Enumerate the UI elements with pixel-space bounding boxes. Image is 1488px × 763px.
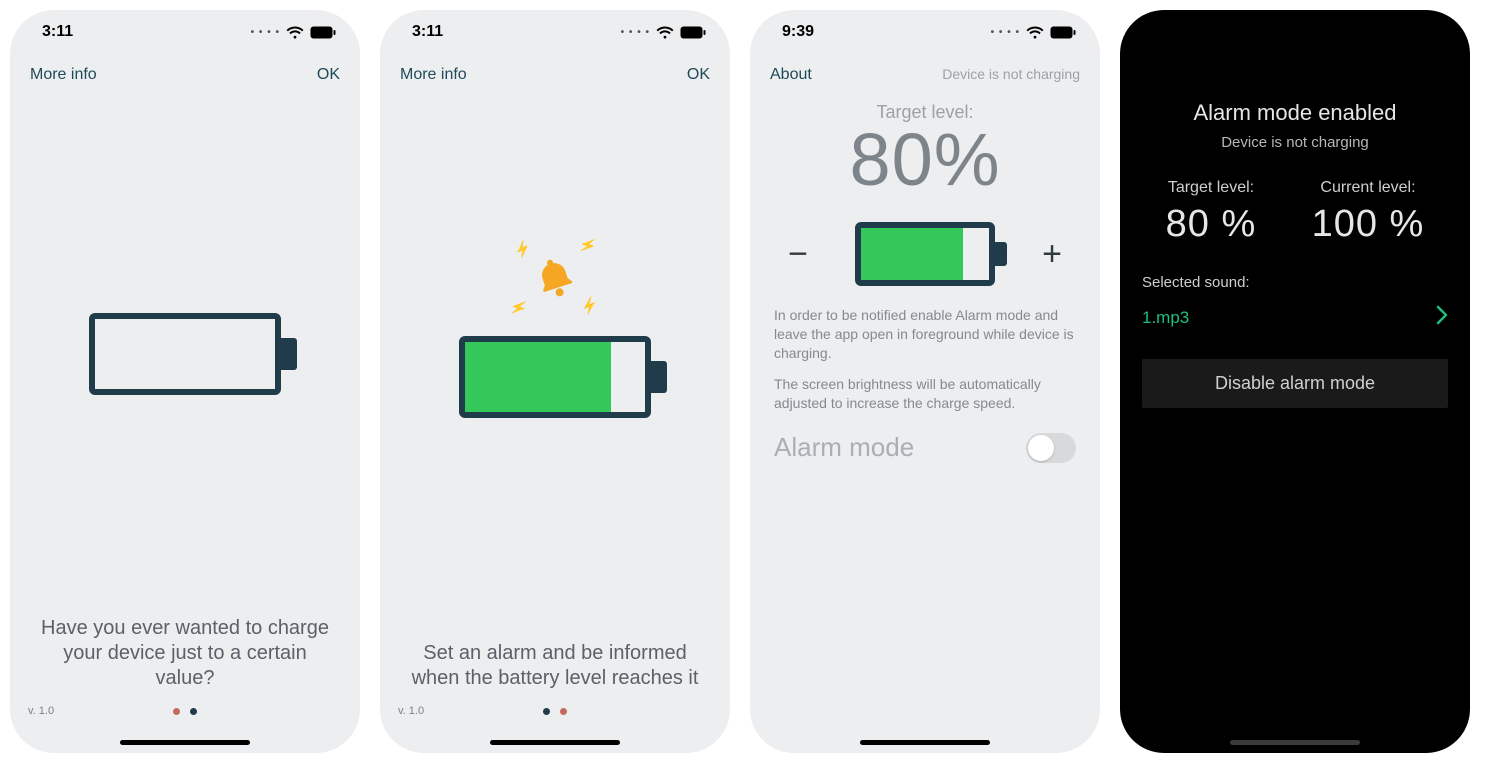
onboarding-caption: Set an alarm and be informed when the ba… (400, 641, 710, 691)
status-right: • • • • (621, 26, 706, 39)
alarm-mode-title: Alarm mode enabled (1120, 100, 1470, 126)
selected-sound-row[interactable]: 1.mp3 (1120, 297, 1470, 349)
current-level-value: 100 % (1312, 203, 1425, 246)
page-indicator (543, 708, 567, 715)
target-section: Target level: 80% (750, 92, 1100, 202)
current-level-label: Current level: (1312, 179, 1425, 197)
toggle-knob (1028, 435, 1054, 461)
disable-alarm-button[interactable]: Disable alarm mode (1142, 359, 1448, 408)
home-indicator (1230, 740, 1360, 745)
selected-sound-label: Selected sound: (1120, 246, 1470, 297)
main-settings-screen: 9:39 • • • • About Device is not chargin… (750, 10, 1100, 753)
battery-status-icon (680, 26, 706, 39)
more-info-link[interactable]: More info (30, 66, 97, 84)
page-dot (190, 708, 197, 715)
alarm-mode-toggle[interactable] (1026, 433, 1076, 463)
version-label: v. 1.0 (398, 705, 424, 717)
battery-charged-icon (459, 336, 651, 418)
charging-status: Device is not charging (942, 66, 1080, 84)
levels-row: Target level: 80 % Current level: 100 % (1120, 179, 1470, 246)
target-level-value: 80 % (1166, 203, 1257, 246)
about-link[interactable]: About (770, 66, 812, 84)
status-bar: 3:11 • • • • (380, 10, 730, 54)
bell-ringing-icon: ⚡ ⚡ ⚡ ⚡ (532, 255, 578, 306)
wifi-icon (1026, 26, 1044, 39)
chevron-right-icon (1436, 305, 1448, 331)
sound-name: 1.mp3 (1142, 308, 1189, 328)
battery-status-icon (310, 26, 336, 39)
info-paragraph-1: In order to be notified enable Alarm mod… (750, 296, 1100, 365)
signal-dots-icon: • • • • (251, 27, 280, 38)
nav-row: About Device is not charging (750, 54, 1100, 92)
home-indicator (860, 740, 990, 745)
target-level-label: Target level: (1166, 179, 1257, 197)
alarm-mode-screen: Alarm mode enabled Device is not chargin… (1120, 10, 1470, 753)
status-time: 3:11 (42, 23, 73, 41)
version-label: v. 1.0 (28, 705, 54, 717)
signal-dots-icon: • • • • (991, 27, 1020, 38)
target-level-value: 80% (750, 117, 1100, 202)
battery-status-icon (1050, 26, 1076, 39)
wifi-icon (286, 26, 304, 39)
footer-row: v. 1.0 (380, 701, 730, 753)
page-dot-active (560, 708, 567, 715)
center-area: ⚡ ⚡ ⚡ ⚡ Set an alarm and be informed whe… (380, 92, 730, 701)
footer-row: v. 1.0 (10, 701, 360, 753)
status-right: • • • • (251, 26, 336, 39)
wifi-icon (656, 26, 674, 39)
signal-dots-icon: • • • • (621, 27, 650, 38)
alarm-mode-label: Alarm mode (774, 432, 914, 463)
onboarding-screen-1: 3:11 • • • • More info OK Have you ever … (10, 10, 360, 753)
center-area: Have you ever wanted to charge your devi… (10, 92, 360, 701)
ok-button[interactable]: OK (687, 66, 710, 84)
nav-row: More info OK (10, 54, 360, 92)
increase-button[interactable]: + (1032, 235, 1072, 274)
battery-empty-icon (89, 313, 281, 395)
battery-level-icon (855, 222, 995, 286)
adjust-row: − + (750, 202, 1100, 296)
more-info-link[interactable]: More info (400, 66, 467, 84)
status-right: • • • • (991, 26, 1076, 39)
onboarding-screen-2: 3:11 • • • • More info OK ⚡ ⚡ ⚡ ⚡ (380, 10, 730, 753)
page-dot-active (173, 708, 180, 715)
status-time: 3:11 (412, 23, 443, 41)
page-dot (543, 708, 550, 715)
ok-button[interactable]: OK (317, 66, 340, 84)
nav-row: More info OK (380, 54, 730, 92)
onboarding-caption: Have you ever wanted to charge your devi… (30, 616, 340, 691)
alarm-mode-row: Alarm mode (750, 414, 1100, 481)
home-indicator (490, 740, 620, 745)
status-bar: 3:11 • • • • (10, 10, 360, 54)
page-indicator (173, 708, 197, 715)
current-level-col: Current level: 100 % (1312, 179, 1425, 246)
home-indicator (120, 740, 250, 745)
target-level-col: Target level: 80 % (1166, 179, 1257, 246)
info-paragraph-2: The screen brightness will be automatica… (750, 365, 1100, 415)
status-time: 9:39 (782, 23, 814, 41)
status-bar: 9:39 • • • • (750, 10, 1100, 54)
header-section: Alarm mode enabled Device is not chargin… (1120, 54, 1470, 151)
decrease-button[interactable]: − (778, 235, 818, 274)
charging-status: Device is not charging (1120, 134, 1470, 151)
